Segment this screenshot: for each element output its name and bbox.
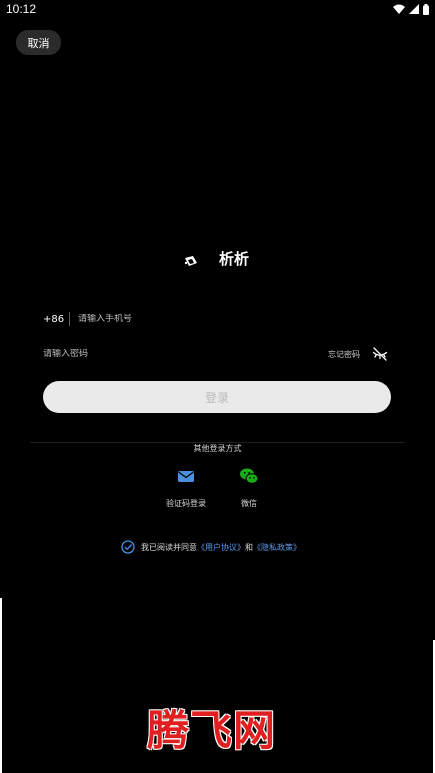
agreement-prefix: 我已阅读并同意 <box>141 542 197 552</box>
left-edge-divider <box>0 598 2 773</box>
login-button[interactable]: 登录 <box>43 381 391 413</box>
password-input[interactable] <box>43 349 243 359</box>
privacy-policy-link[interactable]: 《隐私政策》 <box>253 542 301 553</box>
battery-icon <box>423 3 429 15</box>
login-screen: 10:12 取消 析析 +86 忘记密 <box>0 0 435 773</box>
wifi-icon <box>393 4 405 14</box>
app-name: 析析 <box>219 250 250 268</box>
phone-input[interactable] <box>78 314 358 324</box>
brand-header: 析析 <box>0 246 435 272</box>
envelope-icon <box>176 466 196 486</box>
eye-off-icon[interactable] <box>372 346 388 362</box>
status-icons <box>393 2 429 16</box>
watermark-text: 腾飞网 <box>147 706 277 755</box>
wechat-login-label: 微信 <box>241 499 257 508</box>
app-logo-icon <box>184 252 198 266</box>
sms-login-label: 验证码登录 <box>166 499 206 508</box>
wechat-login-button[interactable]: 微信 <box>219 466 279 514</box>
agreement-conjunction: 和 <box>245 542 253 552</box>
password-row: 忘记密码 <box>43 345 391 363</box>
agreement-checkbox[interactable] <box>121 540 135 554</box>
signal-icon <box>409 4 419 14</box>
status-time: 10:12 <box>6 2 37 16</box>
other-login-title: 其他登录方式 <box>0 436 435 455</box>
other-login-title-text: 其他登录方式 <box>181 444 254 453</box>
sms-login-button[interactable]: 验证码登录 <box>156 466 216 514</box>
user-agreement-link[interactable]: 《用户协议》 <box>197 542 245 553</box>
country-code-selector[interactable]: +86 <box>43 314 69 325</box>
status-bar: 10:12 <box>0 0 435 18</box>
cancel-button[interactable]: 取消 <box>16 30 61 55</box>
phone-row: +86 <box>43 310 393 328</box>
agreement-row: 我已阅读并同意 《用户协议》 和 《隐私政策》 <box>121 539 301 555</box>
forgot-password-link[interactable]: 忘记密码 <box>328 349 360 360</box>
phone-divider <box>69 312 70 326</box>
wechat-icon <box>239 466 259 486</box>
